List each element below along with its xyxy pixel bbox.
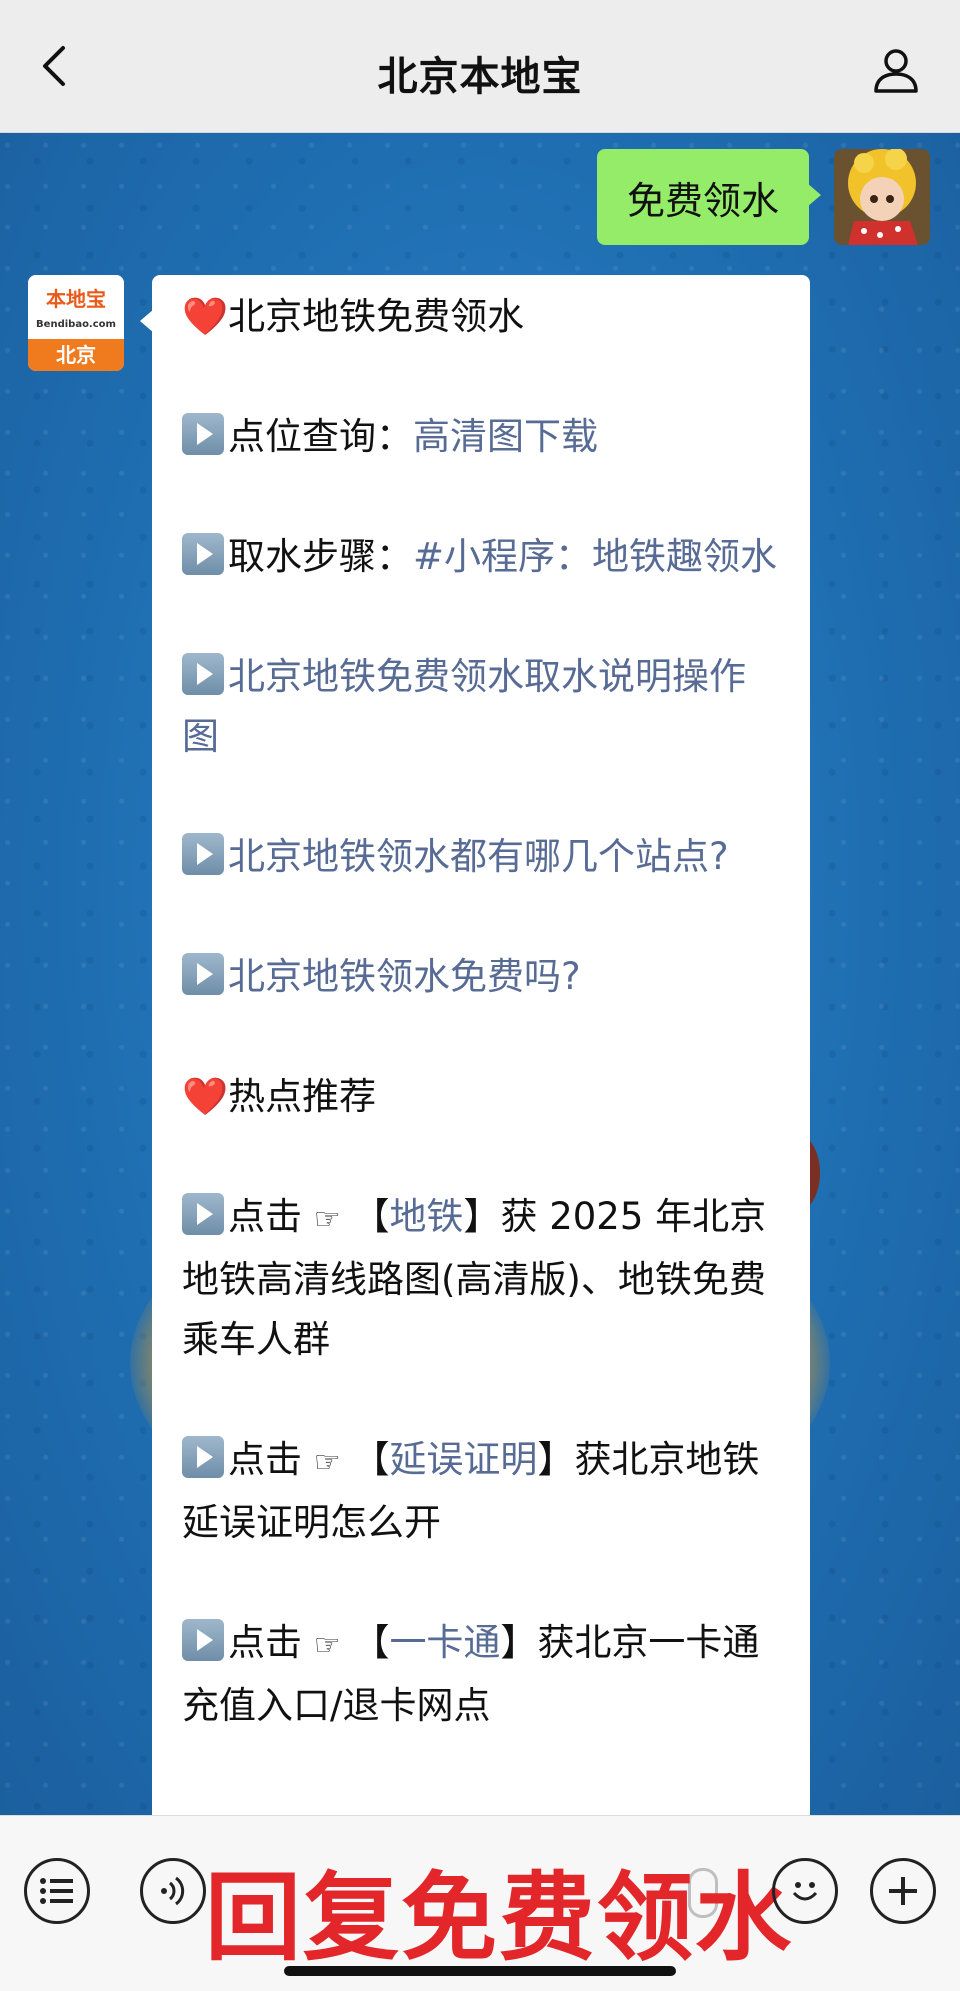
play-icon [182, 533, 224, 575]
person-icon[interactable] [868, 42, 924, 98]
guide-image-link[interactable]: 北京地铁免费领水取水说明操作图 [182, 655, 746, 758]
navigation-bar: 北京本地宝 [0, 0, 960, 133]
chat-area[interactable]: 免费领水 本地宝 Bendibao.com 北京 ❤️北京地铁免费领水 点位查询… [0, 133, 960, 1815]
subway-link[interactable]: 地铁 [389, 1195, 463, 1238]
outgoing-message-text: 免费领水 [626, 178, 779, 223]
hot-item-delay: 点击 ☞ 【延误证明】获北京地铁延误证明怎么开 [182, 1436, 760, 1544]
bot-brand-text: 本地宝 [46, 287, 106, 311]
transit-card-link[interactable]: 一卡通 [389, 1621, 500, 1664]
guide-image-line: 北京地铁免费领水取水说明操作图 [182, 647, 778, 767]
plus-icon[interactable] [870, 1858, 936, 1924]
play-icon [182, 1193, 224, 1235]
free-question-link[interactable]: 北京地铁领水免费吗? [228, 955, 581, 998]
heart-icon: ❤️ [182, 1075, 229, 1118]
mini-program-link[interactable]: #小程序：地铁趣领水 [413, 535, 777, 578]
bot-city-label: 北京 [28, 339, 124, 371]
play-icon [182, 413, 224, 455]
hot-heading: ❤️热点推荐 [182, 1075, 377, 1118]
incoming-message-bubble: ❤️北京地铁免费领水 点位查询：高清图下载 取水步骤：#小程序：地铁趣领水 北京… [140, 275, 810, 1815]
play-icon [182, 833, 224, 875]
list-icon[interactable] [24, 1858, 90, 1924]
emoji-icon[interactable] [772, 1858, 838, 1924]
hot-item-card: 点击 ☞ 【一卡通】获北京一卡通充值入口/退卡网点 [182, 1619, 760, 1727]
bot-brand-url: Bendibao.com [36, 319, 116, 330]
play-icon [182, 653, 224, 695]
free-question-line: 北京地铁领水免费吗? [182, 947, 778, 1007]
pointing-hand-icon: ☞ [313, 1445, 341, 1480]
home-indicator [284, 1966, 676, 1976]
water-steps-line: 取水步骤：#小程序：地铁趣领水 [182, 527, 778, 587]
voice-icon[interactable] [140, 1858, 206, 1924]
stations-link[interactable]: 北京地铁领水都有哪几个站点? [228, 835, 729, 878]
play-icon [182, 1619, 224, 1661]
overlay-caption: 回复免费领水 [205, 1862, 793, 1974]
input-toolbar: 回复免费领水 [0, 1815, 960, 1991]
user-avatar[interactable] [834, 149, 930, 245]
point-query-line: 点位查询：高清图下载 [182, 407, 778, 467]
pointing-hand-icon: ☞ [313, 1628, 341, 1663]
pointing-hand-icon: ☞ [313, 1202, 341, 1237]
play-icon [182, 953, 224, 995]
stations-line: 北京地铁领水都有哪几个站点? [182, 827, 778, 887]
heart-icon: ❤️ [182, 295, 229, 338]
bot-avatar[interactable]: 本地宝 Bendibao.com 北京 [28, 275, 124, 371]
delay-certificate-link[interactable]: 延误证明 [389, 1438, 537, 1481]
outgoing-message-bubble[interactable]: 免费领水 [596, 149, 822, 245]
message-heading: ❤️北京地铁免费领水 [182, 295, 525, 338]
page-title: 北京本地宝 [377, 54, 583, 100]
hot-item-subway: 点击 ☞ 【地铁】获 2025 年北京地铁高清线路图(高清版)、地铁免费乘车人群 [182, 1193, 767, 1361]
play-icon [182, 1436, 224, 1478]
hd-map-download-link[interactable]: 高清图下载 [413, 415, 598, 458]
